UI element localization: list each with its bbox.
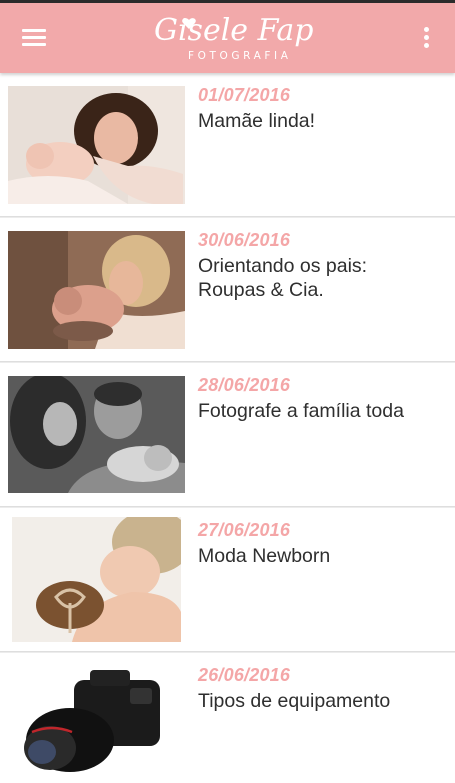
post-date: 27/06/2016 bbox=[198, 520, 291, 540]
brand-logo: Gisele Fap FOTOGRAFIA bbox=[150, 6, 326, 66]
post-card[interactable]: 26/06/2016 Tipos de equipamento bbox=[0, 653, 455, 783]
more-vertical-icon[interactable] bbox=[412, 20, 440, 54]
post-date: 30/06/2016 bbox=[198, 230, 291, 250]
mother-with-newborn-photo bbox=[8, 86, 185, 204]
status-strip bbox=[0, 0, 455, 3]
post-date: 26/06/2016 bbox=[198, 665, 291, 685]
post-title: Fotografe a família toda bbox=[198, 400, 404, 422]
post-title: Tipos de equipamento bbox=[198, 690, 391, 712]
mother-kissing-newborn-photo bbox=[8, 231, 185, 349]
logo-script-text: Gisele Fap bbox=[154, 13, 313, 48]
post-card[interactable]: 27/06/2016 Moda Newborn bbox=[0, 508, 455, 652]
app-bar: Gisele Fap FOTOGRAFIA bbox=[0, 0, 455, 73]
post-card[interactable]: 30/06/2016 Orientando os pais: Roupas & … bbox=[0, 218, 455, 362]
post-title: Mamãe linda! bbox=[198, 110, 316, 132]
family-with-newborn-bw-photo bbox=[8, 376, 185, 493]
post-date: 01/07/2016 bbox=[198, 85, 291, 105]
logo-subtitle: FOTOGRAFIA bbox=[188, 50, 292, 62]
newborn-knit-hat-photo bbox=[12, 517, 181, 642]
post-card[interactable]: 28/06/2016 Fotografe a família toda bbox=[0, 363, 455, 507]
post-title: Moda Newborn bbox=[198, 545, 331, 567]
post-title: Orientando os pais: Roupas & Cia. bbox=[198, 255, 368, 301]
hamburger-menu-icon[interactable] bbox=[16, 22, 52, 52]
dslr-camera-photo bbox=[12, 662, 181, 778]
post-card[interactable]: 01/07/2016 Mamãe linda! bbox=[0, 73, 455, 217]
post-date: 28/06/2016 bbox=[198, 375, 291, 395]
